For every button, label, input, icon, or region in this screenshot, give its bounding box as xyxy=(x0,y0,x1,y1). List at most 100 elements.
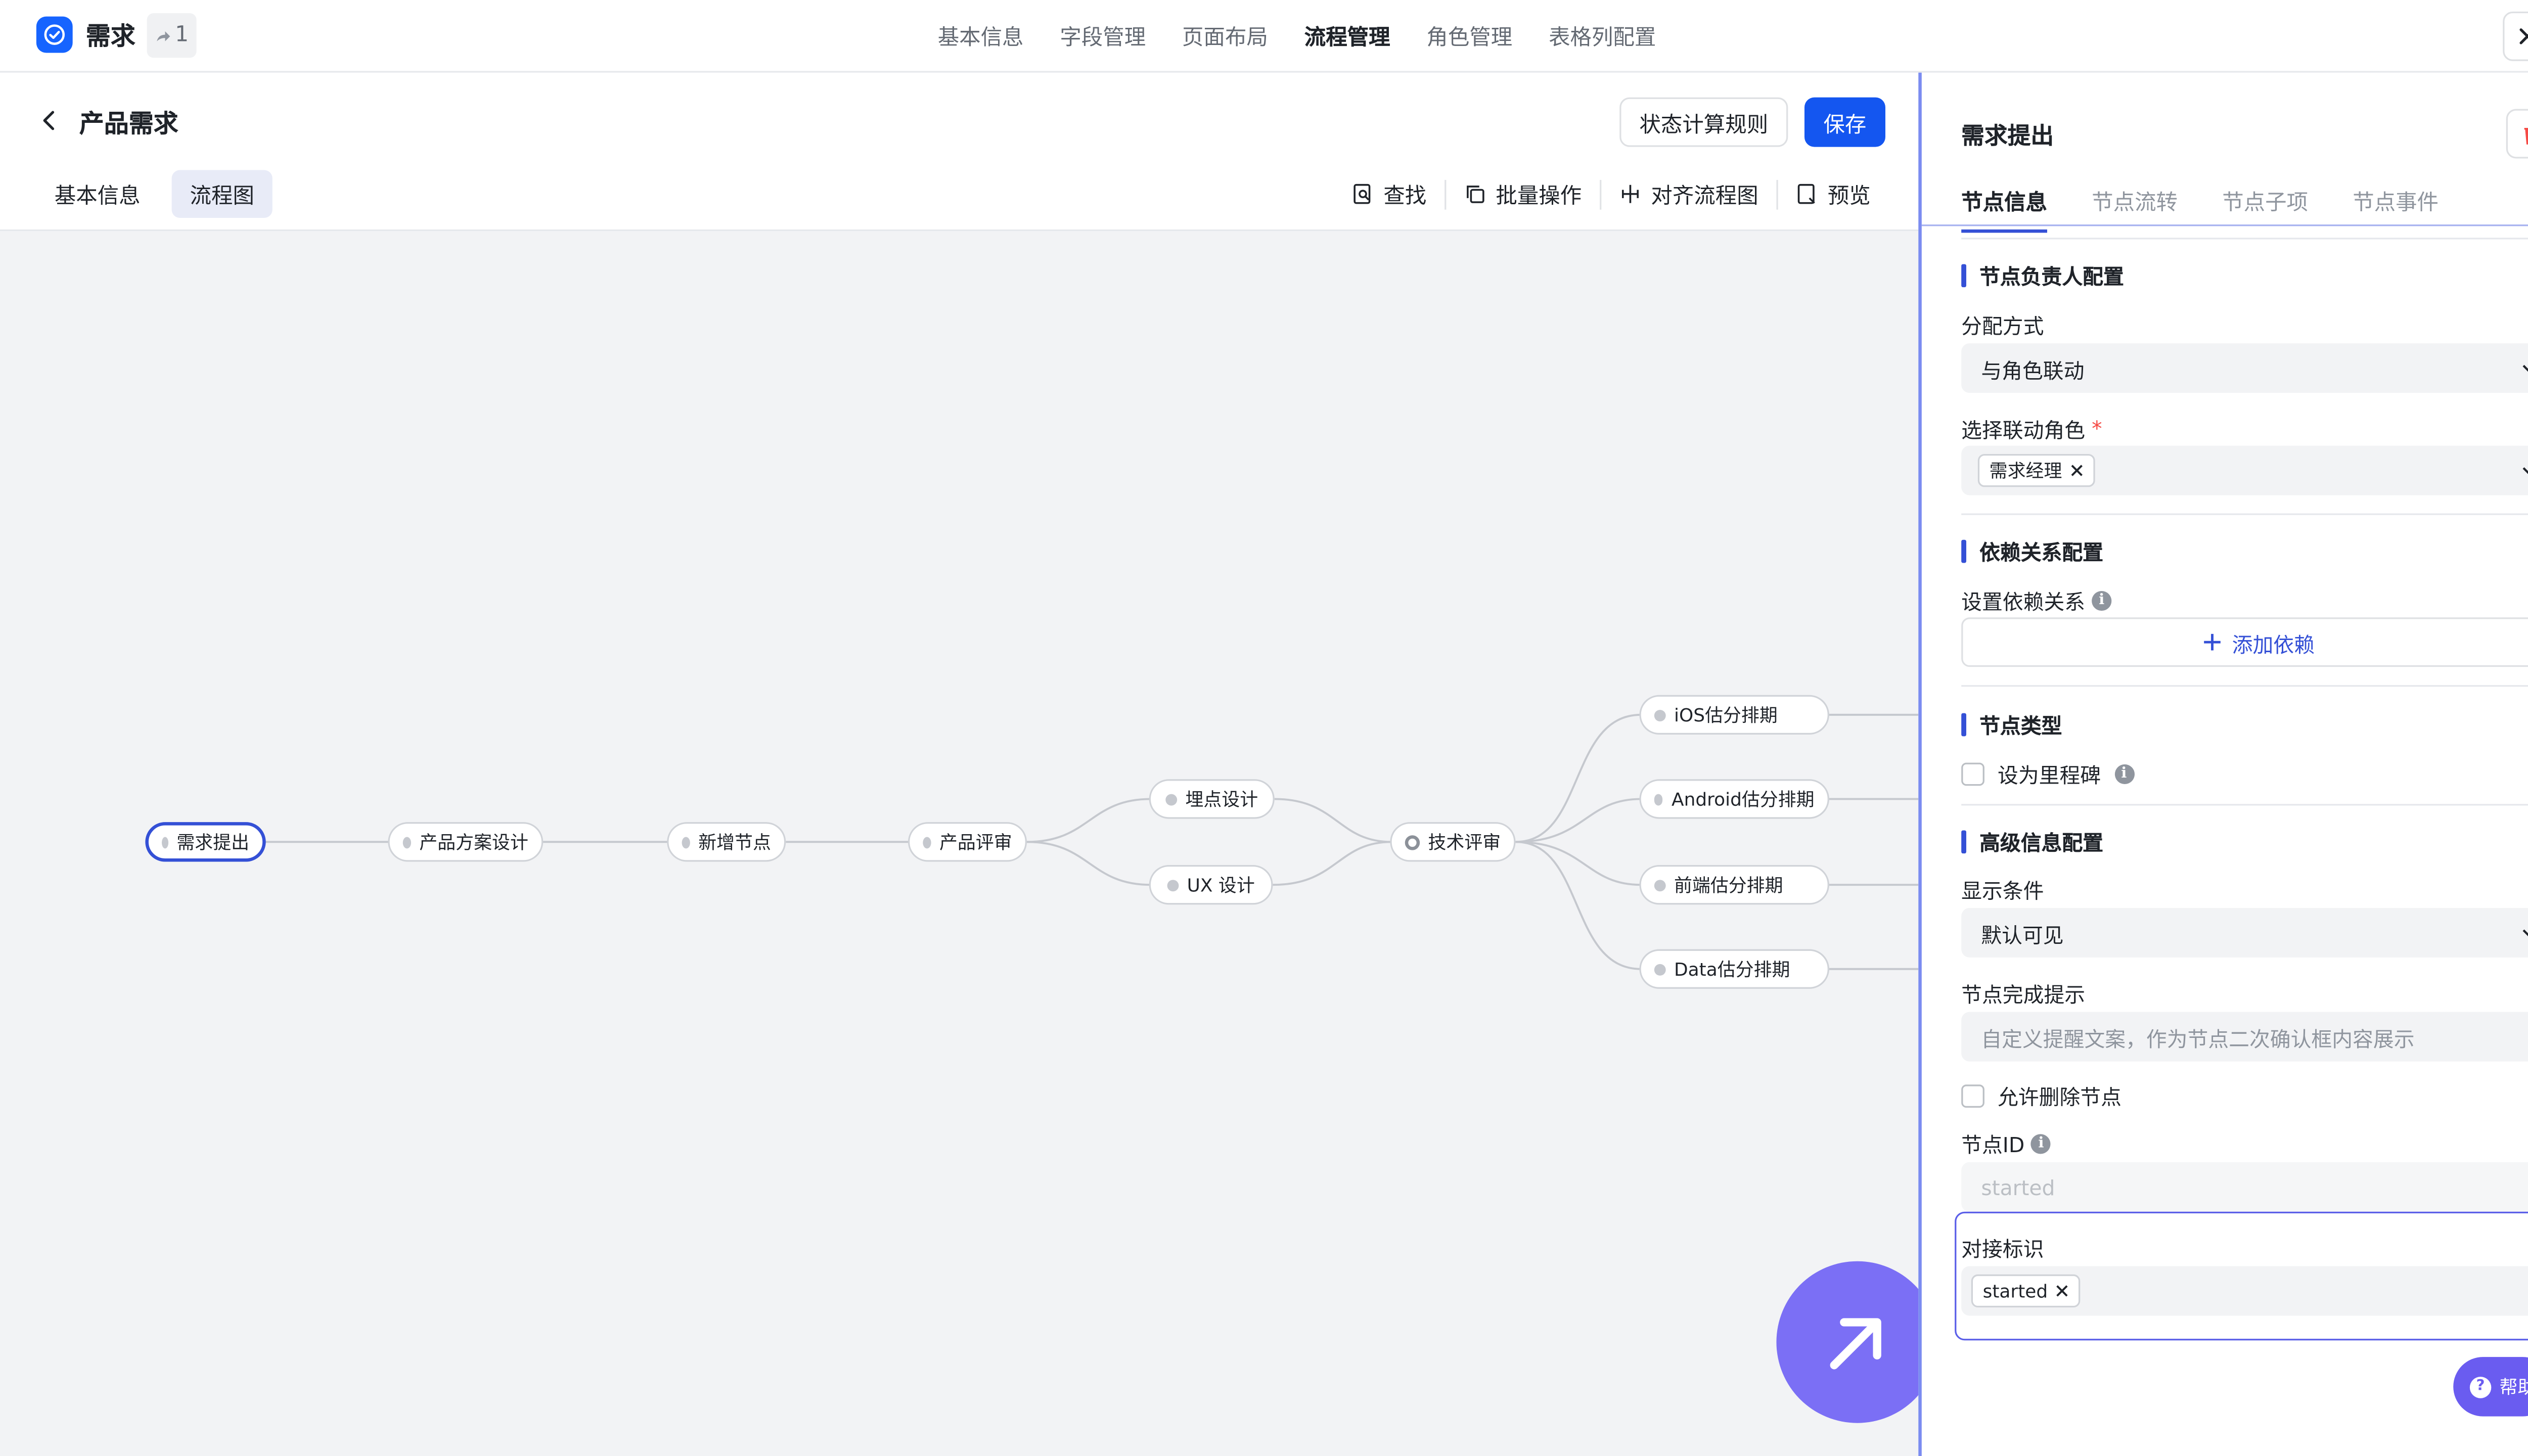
chevron-down-icon xyxy=(2522,929,2528,936)
chevron-down-icon xyxy=(2522,365,2528,372)
save-button[interactable]: 保存 xyxy=(1804,97,1885,147)
align-icon xyxy=(1622,185,1639,203)
flow-node-product-design[interactable]: 产品方案设计 xyxy=(388,822,544,862)
nav-item-table-columns[interactable]: 表格列配置 xyxy=(1549,20,1656,51)
input-placeholder: 自定义提醒文案，作为节点二次确认框内容展示 xyxy=(1981,1026,2415,1051)
floating-action-button[interactable] xyxy=(1776,1261,1938,1423)
assign-method-select[interactable]: 与角色联动 xyxy=(1961,343,2528,393)
flow-node-ios-estimate[interactable]: iOS估分排期 xyxy=(1639,695,1829,735)
back-button[interactable] xyxy=(36,107,63,133)
flow-canvas[interactable]: 需求提出 产品方案设计 新增节点 产品评审 埋点设计 UX 设计 技术评审 iO… xyxy=(0,231,1919,1456)
flow-node-new[interactable]: 新增节点 xyxy=(667,822,786,862)
allow-delete-checkbox[interactable]: 允许删除节点 xyxy=(1961,1080,2121,1111)
batch-tool[interactable]: 批量操作 xyxy=(1446,178,1600,210)
checkbox-box[interactable] xyxy=(1961,1083,1984,1107)
info-icon[interactable]: i xyxy=(2114,763,2134,784)
flow-node-android-estimate[interactable]: Android估分排期 xyxy=(1639,779,1829,819)
flow-node-request[interactable]: 需求提出 xyxy=(145,822,266,862)
node-status-dot xyxy=(1167,879,1179,891)
tag-close-icon[interactable] xyxy=(2056,1284,2069,1297)
label-text: 显示条件 xyxy=(1961,878,2044,903)
completion-tip-input[interactable]: 自定义提醒文案，作为节点二次确认框内容展示 xyxy=(1961,1012,2528,1062)
section-title: 高级信息配置 xyxy=(1979,830,2104,855)
find-tool[interactable]: 查找 xyxy=(1334,178,1444,210)
node-label: 技术评审 xyxy=(1428,832,1501,854)
linked-role-label: 选择联动角色 * xyxy=(1961,413,2102,444)
tab-basic-info[interactable]: 基本信息 xyxy=(36,170,159,218)
canvas-toolbar: 查找 批量操作 对齐流程图 预览 xyxy=(1334,170,1888,218)
select-value: 与角色联动 xyxy=(1981,357,2085,382)
help-button[interactable]: ? 帮助 xyxy=(2453,1357,2528,1417)
nav-item-roles[interactable]: 角色管理 xyxy=(1426,20,1512,51)
preview-label: 预览 xyxy=(1827,185,1871,210)
preview-tool[interactable]: 预览 xyxy=(1778,178,1889,210)
flow-node-product-review[interactable]: 产品评审 xyxy=(908,822,1027,862)
section-dependency-heading: 依赖关系配置 xyxy=(1961,535,2103,566)
page-title: 产品需求 xyxy=(79,109,178,139)
checkbox-label: 设为里程碑 xyxy=(1998,762,2101,788)
nav-item-fields[interactable]: 字段管理 xyxy=(1060,20,1146,51)
tag-text: 需求经理 xyxy=(1989,461,2062,482)
help-icon: ? xyxy=(2469,1376,2492,1398)
flow-node-ux-design[interactable]: UX 设计 xyxy=(1149,865,1273,905)
milestone-checkbox[interactable]: 设为里程碑 i xyxy=(1961,758,2134,789)
sub-tabs: 基本信息 流程图 xyxy=(36,170,273,218)
node-label: 埋点设计 xyxy=(1185,789,1258,811)
share-badge[interactable]: 1 xyxy=(147,13,197,58)
delete-node-button[interactable] xyxy=(2506,109,2528,159)
checkbox-label: 允许删除节点 xyxy=(1998,1084,2121,1110)
close-button[interactable] xyxy=(2503,11,2528,61)
nav-item-workflow[interactable]: 流程管理 xyxy=(1304,20,1390,51)
node-status-dot xyxy=(1654,709,1666,721)
linked-role-select[interactable]: 需求经理 xyxy=(1961,445,2528,495)
editor-header: 产品需求 状态计算规则 保存 基本信息 流程图 查找 批量操作 对齐流程图 预览 xyxy=(0,72,1919,232)
status-rules-button[interactable]: 状态计算规则 xyxy=(1619,97,1788,147)
plus-icon xyxy=(2204,633,2221,651)
tag-close-icon[interactable] xyxy=(2070,464,2084,477)
top-nav: 基本信息 字段管理 页面布局 流程管理 角色管理 表格列配置 xyxy=(938,20,1656,51)
tabs-underline xyxy=(1921,224,2528,226)
add-dependency-button[interactable]: 添加依赖 xyxy=(1961,617,2528,667)
required-mark: * xyxy=(2092,416,2102,441)
node-status-dot xyxy=(1165,793,1178,805)
section-title: 节点类型 xyxy=(1979,713,2062,738)
info-icon[interactable]: i xyxy=(2031,1133,2051,1153)
section-divider xyxy=(1961,804,2528,806)
panel-title: 需求提出 xyxy=(1961,123,2054,151)
share-count: 1 xyxy=(175,23,189,48)
flow-node-frontend-estimate[interactable]: 前端估分排期 xyxy=(1639,865,1829,905)
section-bar xyxy=(1961,712,1966,736)
info-icon[interactable]: i xyxy=(2092,590,2112,610)
nav-item-basic-info[interactable]: 基本信息 xyxy=(938,20,1024,51)
node-id-label: 节点ID i xyxy=(1961,1127,2051,1159)
label-text: 对接标识 xyxy=(1961,1236,2044,1261)
section-bar xyxy=(1961,263,1966,287)
display-condition-select[interactable]: 默认可见 xyxy=(1961,907,2528,958)
app-title: 需求 xyxy=(85,21,136,52)
section-bar xyxy=(1961,539,1966,562)
node-id-input: started xyxy=(1961,1162,2528,1212)
section-bar xyxy=(1961,829,1966,853)
align-tool[interactable]: 对齐流程图 xyxy=(1601,178,1776,210)
tab-flowchart[interactable]: 流程图 xyxy=(171,170,273,218)
flow-node-tech-review[interactable]: 技术评审 xyxy=(1390,822,1516,862)
nav-item-layout[interactable]: 页面布局 xyxy=(1182,20,1268,51)
node-label: 前端估分排期 xyxy=(1674,875,1783,897)
node-label: 产品方案设计 xyxy=(419,832,528,854)
dependency-label: 设置依赖关系 i xyxy=(1961,584,2112,616)
integration-tag-input[interactable]: started xyxy=(1961,1266,2528,1316)
button-label: 添加依赖 xyxy=(2232,631,2315,656)
node-label: 新增节点 xyxy=(698,832,771,854)
flow-node-data-estimate[interactable]: Data估分排期 xyxy=(1639,949,1829,989)
flow-node-tracking-design[interactable]: 埋点设计 xyxy=(1149,779,1275,819)
node-status-dot xyxy=(1405,834,1420,849)
section-advanced-heading: 高级信息配置 xyxy=(1961,826,2103,857)
node-label: 产品评审 xyxy=(939,832,1012,854)
arrow-up-right-icon xyxy=(1830,1318,1881,1370)
node-label: UX 设计 xyxy=(1187,875,1255,897)
label-text: 节点ID xyxy=(1961,1132,2025,1157)
checkbox-box[interactable] xyxy=(1961,761,1984,785)
role-tag: 需求经理 xyxy=(1977,453,2095,487)
chevron-down-icon xyxy=(2522,467,2528,474)
preview-icon xyxy=(1797,184,1815,204)
